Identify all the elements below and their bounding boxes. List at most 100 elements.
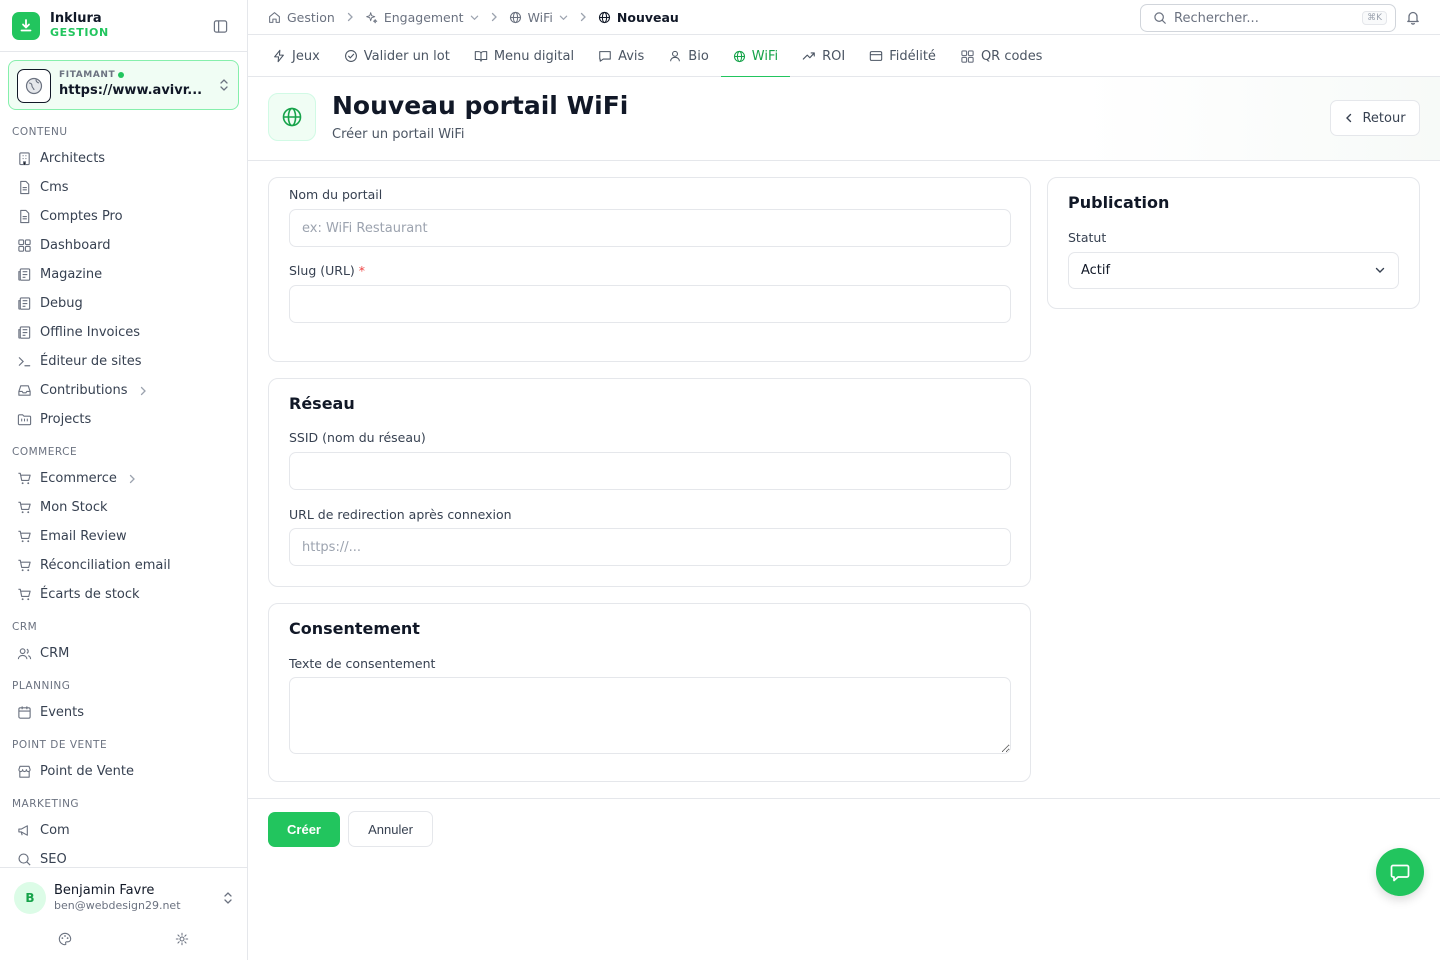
- folder-icon: [16, 412, 32, 428]
- breadcrumb-item-engagement[interactable]: Engagement: [365, 10, 479, 25]
- tab-bio[interactable]: Bio: [656, 35, 720, 77]
- sidebar-item-ecommerce[interactable]: Ecommerce: [0, 464, 248, 493]
- cart-icon: [16, 587, 32, 603]
- breadcrumb-label: Engagement: [383, 9, 464, 25]
- cart-icon: [16, 500, 32, 516]
- tab-avis[interactable]: Avis: [586, 35, 656, 77]
- sidebar-item-contributions[interactable]: Contributions: [0, 376, 248, 405]
- cancel-button[interactable]: Annuler: [348, 811, 433, 847]
- search-icon: [1153, 11, 1167, 25]
- search-box[interactable]: ⌘K: [1140, 4, 1396, 32]
- grid-icon: [960, 49, 975, 64]
- tab-menu-digital[interactable]: Menu digital: [462, 35, 586, 77]
- sidebar-item-label: Architects: [40, 151, 106, 166]
- sidebar-item-architects[interactable]: Architects: [0, 144, 248, 173]
- status-select[interactable]: Actif: [1068, 252, 1399, 289]
- sidebar-item-label: Com: [40, 823, 70, 838]
- sidebar-item-offline-invoices[interactable]: Offline Invoices: [0, 318, 248, 347]
- actions-divider: [248, 798, 1440, 799]
- sidebar-item-point-de-vente[interactable]: Point de Vente: [0, 757, 248, 786]
- sidebar-item-label: Réconciliation email: [40, 558, 171, 573]
- globe-icon: [598, 11, 611, 24]
- redirect-url-input[interactable]: [289, 528, 1011, 566]
- breadcrumb-item-gestion[interactable]: Gestion: [268, 10, 335, 25]
- breadcrumb-item-nouveau: Nouveau: [598, 10, 679, 25]
- sidebar-item-crm[interactable]: CRM: [0, 639, 248, 668]
- chat-button[interactable]: [1376, 848, 1424, 896]
- tab-valider-un-lot[interactable]: Valider un lot: [332, 35, 462, 77]
- status-dot: [118, 71, 125, 78]
- zap-icon: [272, 49, 286, 63]
- chevrons-updown-icon: [222, 890, 234, 910]
- sidebar-item-projects[interactable]: Projects: [0, 405, 248, 434]
- sidebar-toggle-icon[interactable]: [210, 16, 230, 36]
- create-button[interactable]: Créer: [268, 812, 340, 847]
- sidebar-item-comptes-pro[interactable]: Comptes Pro: [0, 202, 248, 231]
- consent-text-label: Texte de consentement: [289, 656, 436, 671]
- brand-subtitle: GESTION: [50, 26, 109, 39]
- sidebar-item-label: Contributions: [40, 383, 128, 398]
- sidebar: Inklura GESTION FITAMANT https://www.avi…: [0, 0, 248, 960]
- palette-icon[interactable]: [57, 931, 73, 947]
- publication-card: Publication Statut Actif: [1047, 177, 1420, 309]
- bell-icon[interactable]: [1405, 9, 1421, 25]
- newspaper-icon: [16, 296, 32, 312]
- sidebar-item-reconciliation-email[interactable]: Réconciliation email: [0, 551, 248, 580]
- chevron-right-icon: [489, 12, 499, 22]
- redirect-url-label: URL de redirection après connexion: [289, 507, 512, 522]
- tab-roi[interactable]: ROI: [790, 35, 857, 77]
- sidebar-item-editeur-de-sites[interactable]: Éditeur de sites: [0, 347, 248, 376]
- gear-icon[interactable]: [174, 931, 190, 947]
- home-icon: [268, 11, 281, 24]
- sidebar-item-events[interactable]: Events: [0, 698, 248, 727]
- tab-qr-codes[interactable]: QR codes: [948, 35, 1055, 77]
- consent-text-area[interactable]: [289, 677, 1011, 754]
- sidebar-item-ecarts-de-stock[interactable]: Écarts de stock: [0, 580, 248, 609]
- sidebar-item-mon-stock[interactable]: Mon Stock: [0, 493, 248, 522]
- sidebar-item-label: Dashboard: [40, 238, 111, 253]
- sidebar-item-label: Projects: [40, 412, 92, 427]
- sidebar-item-dashboard[interactable]: Dashboard: [0, 231, 248, 260]
- nav-section-title: COMMERCE: [12, 446, 78, 458]
- sidebar-item-label: Point de Vente: [40, 764, 135, 779]
- brand-logo-icon: [12, 12, 40, 40]
- chevron-right-icon: [345, 12, 355, 22]
- back-button[interactable]: Retour: [1330, 100, 1420, 136]
- ssid-input[interactable]: [289, 452, 1011, 490]
- sidebar-item-label: Events: [40, 705, 85, 720]
- sidebar-item-label: SEO: [40, 852, 67, 867]
- brand-name: Inklura: [50, 11, 102, 26]
- sidebar-item-magazine[interactable]: Magazine: [0, 260, 248, 289]
- brand[interactable]: Inklura GESTION: [12, 10, 236, 42]
- search-input[interactable]: [1174, 10, 1349, 26]
- tab-wifi[interactable]: WiFi: [720, 35, 791, 78]
- breadcrumb-item-wifi[interactable]: WiFi: [509, 10, 568, 25]
- chat-bubble-icon: [1389, 861, 1411, 883]
- sidebar-item-com[interactable]: Com: [0, 816, 248, 845]
- nav-section-title: CONTENU: [12, 126, 68, 138]
- site-switcher[interactable]: FITAMANT https://www.avivr...: [8, 60, 239, 110]
- chevron-down-icon[interactable]: [559, 13, 568, 22]
- sidebar-item-cms[interactable]: Cms: [0, 173, 248, 202]
- avatar: B: [14, 882, 46, 914]
- portal-name-input[interactable]: [289, 209, 1011, 247]
- file-icon: [16, 180, 32, 196]
- sidebar-nav: CONTENU Architects Cms Comptes Pro Dashboard…: [0, 118, 248, 870]
- user-menu[interactable]: B Benjamin Favre ben@webdesign29.net: [0, 867, 248, 960]
- sidebar-item-label: Magazine: [40, 267, 103, 282]
- network-card: Réseau SSID (nom du réseau) URL de redir…: [268, 378, 1031, 587]
- sidebar-item-label: CRM: [40, 646, 70, 661]
- chevron-down-icon[interactable]: [470, 13, 479, 22]
- tab-fidelite[interactable]: Fidélité: [857, 35, 948, 77]
- tab-jeux[interactable]: Jeux: [260, 35, 332, 77]
- slug-input[interactable]: [289, 285, 1011, 323]
- page-header: Nouveau portail WiFi Créer un portail Wi…: [248, 77, 1440, 161]
- sidebar-item-label: Cms: [40, 180, 69, 195]
- user-icon: [668, 49, 682, 63]
- user-email: ben@webdesign29.net: [54, 899, 181, 912]
- cart-icon: [16, 471, 32, 487]
- sidebar-item-label: Éditeur de sites: [40, 354, 142, 369]
- sidebar-item-debug[interactable]: Debug: [0, 289, 248, 318]
- tab-label: Menu digital: [493, 48, 575, 64]
- sidebar-item-email-review[interactable]: Email Review: [0, 522, 248, 551]
